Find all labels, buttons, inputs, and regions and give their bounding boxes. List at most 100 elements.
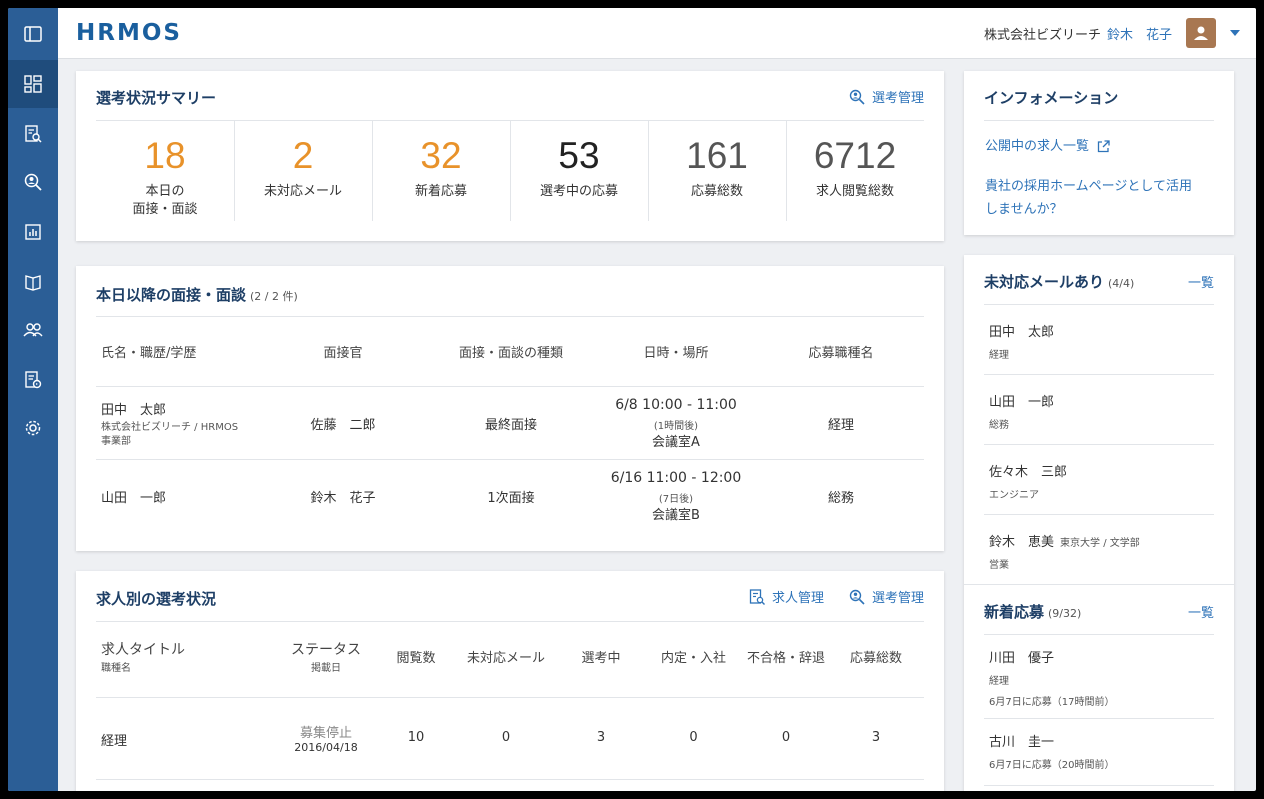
clipboard-icon[interactable] xyxy=(8,356,58,404)
interviewer: 佐藤 二郎 xyxy=(310,418,376,433)
list-item[interactable]: 佐々木 三郎 エンジニア xyxy=(989,461,1067,501)
job-title[interactable]: 経理 xyxy=(101,730,127,749)
selection-management-label: 選考管理 xyxy=(871,591,924,606)
avatar[interactable] xyxy=(1186,18,1216,48)
hrmos-logo[interactable]: HRMOS xyxy=(76,20,182,46)
list-item[interactable]: 山田 一郎 総務 xyxy=(989,391,1054,431)
interview-relative-time: (7日後) xyxy=(658,494,694,505)
col-in-progress[interactable]: 選考中 xyxy=(566,647,636,666)
divider xyxy=(984,785,1214,786)
person-search-icon xyxy=(849,89,865,105)
divider xyxy=(96,779,924,780)
job-rejected: 0 xyxy=(781,730,791,745)
recruit-homepage-link[interactable]: 貴社の採用ホームページとして活用 しませんか？ xyxy=(985,175,1192,221)
person-education: 東京大学 / 文学部 xyxy=(1060,538,1140,549)
sidebar xyxy=(8,8,58,791)
chevron-down-icon[interactable] xyxy=(1230,30,1240,36)
candidate-name[interactable]: 山田 一郎 xyxy=(101,487,166,506)
interviewer: 鈴木 花子 xyxy=(310,491,376,506)
person-name[interactable]: 鈴木 恵美 xyxy=(989,535,1054,550)
divider xyxy=(964,584,1234,585)
interview-type: 最終面接 xyxy=(484,418,537,433)
person-name[interactable]: 田中 太郎 xyxy=(989,321,1054,340)
divider xyxy=(96,316,924,317)
new-applications-list-link[interactable]: 一覧 xyxy=(1188,602,1214,621)
interview-datetime: 6/16 11:00 - 12:00 xyxy=(610,470,742,486)
stat-label: 未対応メール xyxy=(263,184,342,199)
dashboard-icon[interactable] xyxy=(8,60,58,108)
person-search-icon[interactable] xyxy=(8,158,58,206)
list-item[interactable]: 古川 圭一 6月7日に応募（20時間前） xyxy=(989,731,1114,771)
person-role: 営業 xyxy=(989,560,1009,571)
summary-stat[interactable]: 32 新着応募 xyxy=(372,121,510,241)
list-item[interactable]: 川田 優子 経理 6月7日に応募（17時間前） xyxy=(989,647,1114,708)
user-name[interactable]: 鈴木 花子 xyxy=(1107,24,1172,43)
upcoming-interviews-card: 本日以降の面接・面談 (2 / 2 件) 氏名・職歴/学歴 面接官 面接・面談の種… xyxy=(76,266,944,551)
stat-label: 選考中の応募 xyxy=(539,184,618,199)
interview-type: 1次面接 xyxy=(487,491,535,506)
person-name[interactable]: 川田 優子 xyxy=(989,647,1114,666)
open-jobs-label: 公開中の求人一覧 xyxy=(985,139,1090,154)
col-offer[interactable]: 内定・入社 xyxy=(651,647,736,666)
menu-toggle-icon[interactable] xyxy=(8,10,58,58)
col-interview-type[interactable]: 面接・面談の種類 xyxy=(441,342,581,361)
job-offer: 0 xyxy=(689,730,698,745)
col-views[interactable]: 閲覧数 xyxy=(381,647,451,666)
gear-icon[interactable] xyxy=(8,404,58,452)
divider xyxy=(984,514,1214,515)
divider xyxy=(96,459,924,460)
job-management-link[interactable]: 求人管理 xyxy=(749,587,824,606)
information-card: インフォメーション 公開中の求人一覧 貴社の採用ホームページとして活用 しません… xyxy=(964,71,1234,235)
col-interviewer[interactable]: 面接官 xyxy=(288,342,398,361)
book-icon[interactable] xyxy=(8,258,58,306)
summary-stat[interactable]: 161 応募総数 xyxy=(648,121,786,241)
col-unanswered[interactable]: 未対応メール xyxy=(456,647,556,666)
topbar: HRMOS 株式会社ビズリーチ 鈴木 花子 xyxy=(58,8,1256,59)
unanswered-mail-title: 未対応メールあり (4/4) xyxy=(984,273,1135,291)
candidate-career-line2: 事業部 xyxy=(101,436,131,447)
col-status[interactable]: ステータス xyxy=(271,639,381,659)
user-menu[interactable]: 株式会社ビズリーチ 鈴木 花子 xyxy=(984,18,1240,48)
person-name[interactable]: 佐々木 三郎 xyxy=(989,461,1067,480)
col-job[interactable]: 応募職種名 xyxy=(776,342,906,361)
summary-stat[interactable]: 53 選考中の応募 xyxy=(510,121,648,241)
divider xyxy=(984,120,1214,121)
applied-time: 6月7日に応募（17時間前） xyxy=(989,697,1115,708)
col-name[interactable]: 氏名・職歴/学歴 xyxy=(101,342,196,361)
col-rejected[interactable]: 不合格・辞退 xyxy=(741,647,831,666)
interview-place: 会議室A xyxy=(652,435,700,450)
interviews-title: 本日以降の面接・面談 (2 / 2 件) xyxy=(96,286,298,304)
open-jobs-link[interactable]: 公開中の求人一覧 xyxy=(985,135,1110,158)
divider xyxy=(984,718,1214,719)
summary-stat[interactable]: 2 未対応メール xyxy=(234,121,372,241)
selection-management-link[interactable]: 選考管理 xyxy=(849,587,924,606)
list-item[interactable]: 田中 太郎 経理 xyxy=(989,321,1054,361)
job-name: 経理 xyxy=(827,418,854,433)
list-item[interactable]: 鈴木 恵美 東京大学 / 文学部 営業 xyxy=(989,531,1140,571)
information-title: インフォメーション xyxy=(984,89,1119,107)
divider xyxy=(984,374,1214,375)
stat-divider xyxy=(786,121,787,221)
person-name[interactable]: 古川 圭一 xyxy=(989,731,1114,750)
applied-time: 6月7日に応募（20時間前） xyxy=(989,760,1115,771)
col-job-title[interactable]: 求人タイトル xyxy=(101,639,185,659)
document-search-icon[interactable] xyxy=(8,110,58,158)
unanswered-mail-list-link[interactable]: 一覧 xyxy=(1188,272,1214,291)
chart-icon[interactable] xyxy=(8,208,58,256)
person-name[interactable]: 山田 一郎 xyxy=(989,391,1054,410)
stat-value: 6712 xyxy=(813,135,897,176)
people-icon[interactable] xyxy=(8,306,58,354)
col-total[interactable]: 応募総数 xyxy=(836,647,916,666)
stat-value: 161 xyxy=(686,135,748,176)
job-unanswered: 0 xyxy=(501,730,511,745)
summary-stat[interactable]: 6712 求人閲覧総数 xyxy=(786,121,924,241)
selection-management-link[interactable]: 選考管理 xyxy=(849,87,924,106)
interview-place: 会議室B xyxy=(652,508,700,523)
col-datetime[interactable]: 日時・場所 xyxy=(611,342,741,361)
stat-divider xyxy=(510,121,511,221)
job-in-progress: 3 xyxy=(596,730,606,745)
candidate-name[interactable]: 田中 太郎 xyxy=(101,399,166,418)
document-search-icon xyxy=(749,588,765,605)
summary-stat[interactable]: 18 本日の 面接・面談 xyxy=(96,121,234,241)
notifications-card: 未対応メールあり (4/4) 一覧 田中 太郎 経理 山田 一郎 総務 佐々木 三… xyxy=(964,255,1234,791)
